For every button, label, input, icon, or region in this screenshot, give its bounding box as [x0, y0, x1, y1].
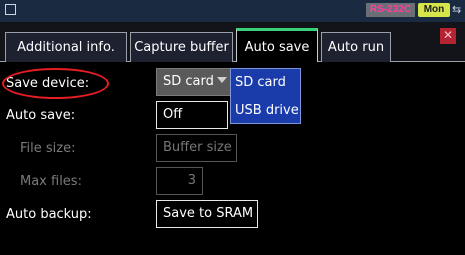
tab-capture-buffer[interactable]: Capture buffer [130, 32, 233, 62]
auto-backup-label: Auto backup: [6, 207, 92, 222]
mode-badge: Mon [418, 3, 450, 17]
file-size-field: Buffer size [156, 134, 237, 162]
auto-save-label: Auto save: [6, 108, 76, 123]
tab-additional-info[interactable]: Additional info. [5, 32, 127, 62]
max-files-field: 3 [156, 167, 203, 195]
tab-auto-run[interactable]: Auto run [321, 32, 391, 62]
auto-backup-field[interactable]: Save to SRAM [156, 200, 258, 228]
chevron-down-icon [217, 77, 227, 83]
dropdown-option-sd-card[interactable]: SD card [231, 69, 300, 96]
auto-save-field[interactable]: Off [156, 101, 228, 129]
interface-badge: RS-232C [366, 3, 415, 17]
status-bar: RS-232C Mon ⇆ [0, 0, 465, 22]
save-device-select[interactable]: SD card [156, 68, 231, 96]
tab-strip: Additional info. Capture buffer Auto sav… [0, 22, 465, 62]
max-files-label: Max files: [20, 174, 82, 189]
file-size-label: File size: [20, 141, 76, 156]
usb-icon: ⇆ [452, 3, 462, 16]
tab-auto-save[interactable]: Auto save [236, 28, 318, 62]
dropdown-option-usb-drive[interactable]: USB drive [231, 97, 300, 124]
window-square-icon [5, 4, 16, 15]
save-device-dropdown: SD card USB drive [230, 68, 301, 124]
highlight-ellipse [2, 68, 109, 99]
close-x-icon[interactable]: ✕ [440, 28, 456, 44]
save-device-value: SD card [163, 74, 214, 89]
